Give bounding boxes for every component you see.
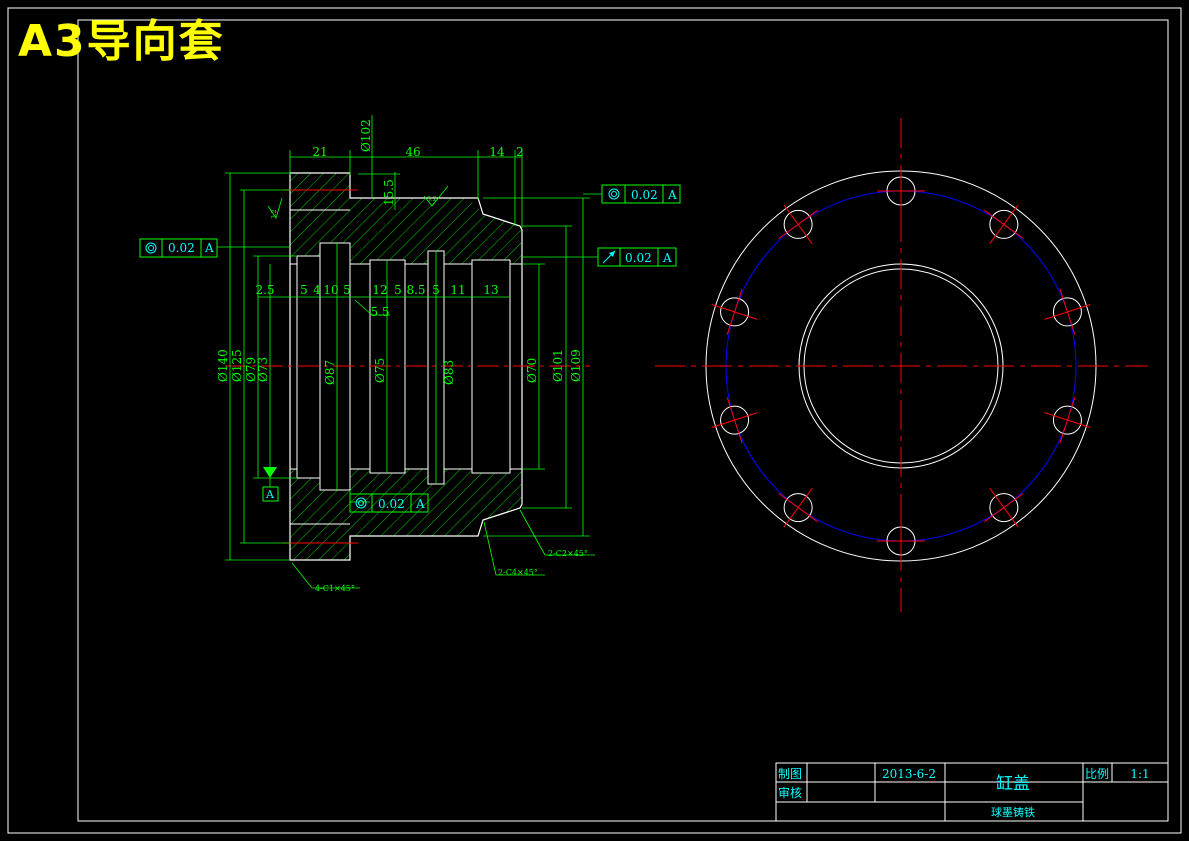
roughness-left: 3.2 bbox=[271, 209, 278, 219]
dim-d87: Ø87 bbox=[323, 360, 337, 385]
title-block bbox=[775, 762, 1169, 822]
datum-triangle bbox=[263, 467, 277, 478]
dim-d140: Ø140 bbox=[216, 349, 230, 382]
groove-8-5: 8.5 bbox=[406, 283, 425, 297]
tolerance-top-right-datum: A bbox=[667, 188, 677, 202]
dim-2: 2 bbox=[516, 145, 524, 159]
tolerance-frame-runout: 0.02 A bbox=[597, 247, 677, 267]
bolt-hole-centerline-tangential bbox=[726, 397, 743, 444]
dim-d73: Ø73 bbox=[256, 357, 270, 382]
dim-15-5: 15.5 bbox=[382, 179, 396, 206]
chamfer-c4: 2-C4×45° bbox=[498, 568, 538, 577]
chamfer-c1: 4-C1×45° bbox=[315, 584, 355, 593]
dim-46: 46 bbox=[405, 145, 420, 159]
dim-21: 21 bbox=[312, 145, 327, 159]
drawing-frame-inner bbox=[77, 19, 1169, 822]
title-block-date: 2013-6-2 bbox=[882, 767, 936, 781]
drawing-title: A3导向套 bbox=[18, 16, 225, 67]
tolerance-runout-datum: A bbox=[662, 251, 672, 265]
end-view bbox=[655, 118, 1148, 612]
title-block-scale-label: 比例 bbox=[1085, 767, 1109, 781]
title-block-scale-value: 1:1 bbox=[1130, 767, 1149, 781]
drawing-frame-outer bbox=[7, 7, 1182, 834]
bolt-hole-centerline-tangential bbox=[1059, 397, 1076, 444]
tolerance-runout-value: 0.02 bbox=[625, 251, 652, 265]
groove-13: 13 bbox=[483, 283, 498, 297]
groove-10: 10 bbox=[323, 283, 338, 297]
groove-12: 12 bbox=[372, 283, 387, 297]
title-block-text: 制图 审核 2013-6-2 缸盖 比例 1:1 球墨铸铁 bbox=[778, 767, 1150, 819]
groove-5b: 5 bbox=[343, 283, 351, 297]
dim-d109: Ø109 bbox=[569, 349, 583, 382]
groove-5c: 5 bbox=[394, 283, 402, 297]
dim-14: 14 bbox=[489, 145, 505, 159]
groove-11: 11 bbox=[450, 283, 465, 297]
title-block-part-name: 缸盖 bbox=[996, 773, 1030, 794]
hatch-bottom bbox=[290, 469, 522, 560]
engineering-drawing: 21 46 14 2 Ø102 15.5 Ø140 Ø125 Ø79 Ø73 Ø… bbox=[7, 7, 1182, 834]
tolerance-bottom-datum: A bbox=[415, 497, 425, 511]
bolt-hole-centerline-tangential bbox=[1059, 288, 1076, 335]
datum-label: A bbox=[265, 488, 275, 501]
tolerance-frame-top-right: 0.02 A bbox=[601, 184, 681, 204]
chamfer-c2: 2-C2×45° bbox=[548, 549, 588, 558]
groove-5d: 5 bbox=[432, 283, 440, 297]
section-view: 21 46 14 2 Ø102 15.5 Ø140 Ø125 Ø79 Ø73 Ø… bbox=[139, 115, 681, 593]
dim-d102: Ø102 bbox=[359, 119, 373, 152]
tolerance-left-value: 0.02 bbox=[168, 241, 195, 255]
groove-5a: 5 bbox=[300, 283, 308, 297]
title-block-checked-label: 审核 bbox=[778, 785, 802, 800]
tolerance-top-right-value: 0.02 bbox=[631, 188, 658, 202]
tolerance-frame-left: 0.02 A bbox=[139, 238, 218, 258]
title-block-material: 球墨铸铁 bbox=[991, 805, 1035, 819]
tolerance-left-datum: A bbox=[204, 241, 214, 255]
bolt-hole-centerline-tangential bbox=[726, 288, 743, 335]
dim-d75: Ø75 bbox=[373, 358, 387, 383]
dim-d125: Ø125 bbox=[230, 349, 244, 382]
title-block-drawn-label: 制图 bbox=[778, 767, 802, 781]
groove-4: 4 bbox=[313, 283, 321, 297]
tolerance-bottom-value: 0.02 bbox=[378, 497, 405, 511]
groove-5-5: 5.5 bbox=[370, 305, 389, 319]
dim-d83: Ø83 bbox=[442, 360, 456, 385]
datum-label-box: A bbox=[262, 486, 279, 502]
roughness-top: 3.2 bbox=[427, 196, 437, 203]
dim-d101: Ø101 bbox=[551, 349, 565, 382]
groove-2-5: 2.5 bbox=[255, 283, 274, 297]
dim-d70: Ø70 bbox=[525, 358, 539, 383]
